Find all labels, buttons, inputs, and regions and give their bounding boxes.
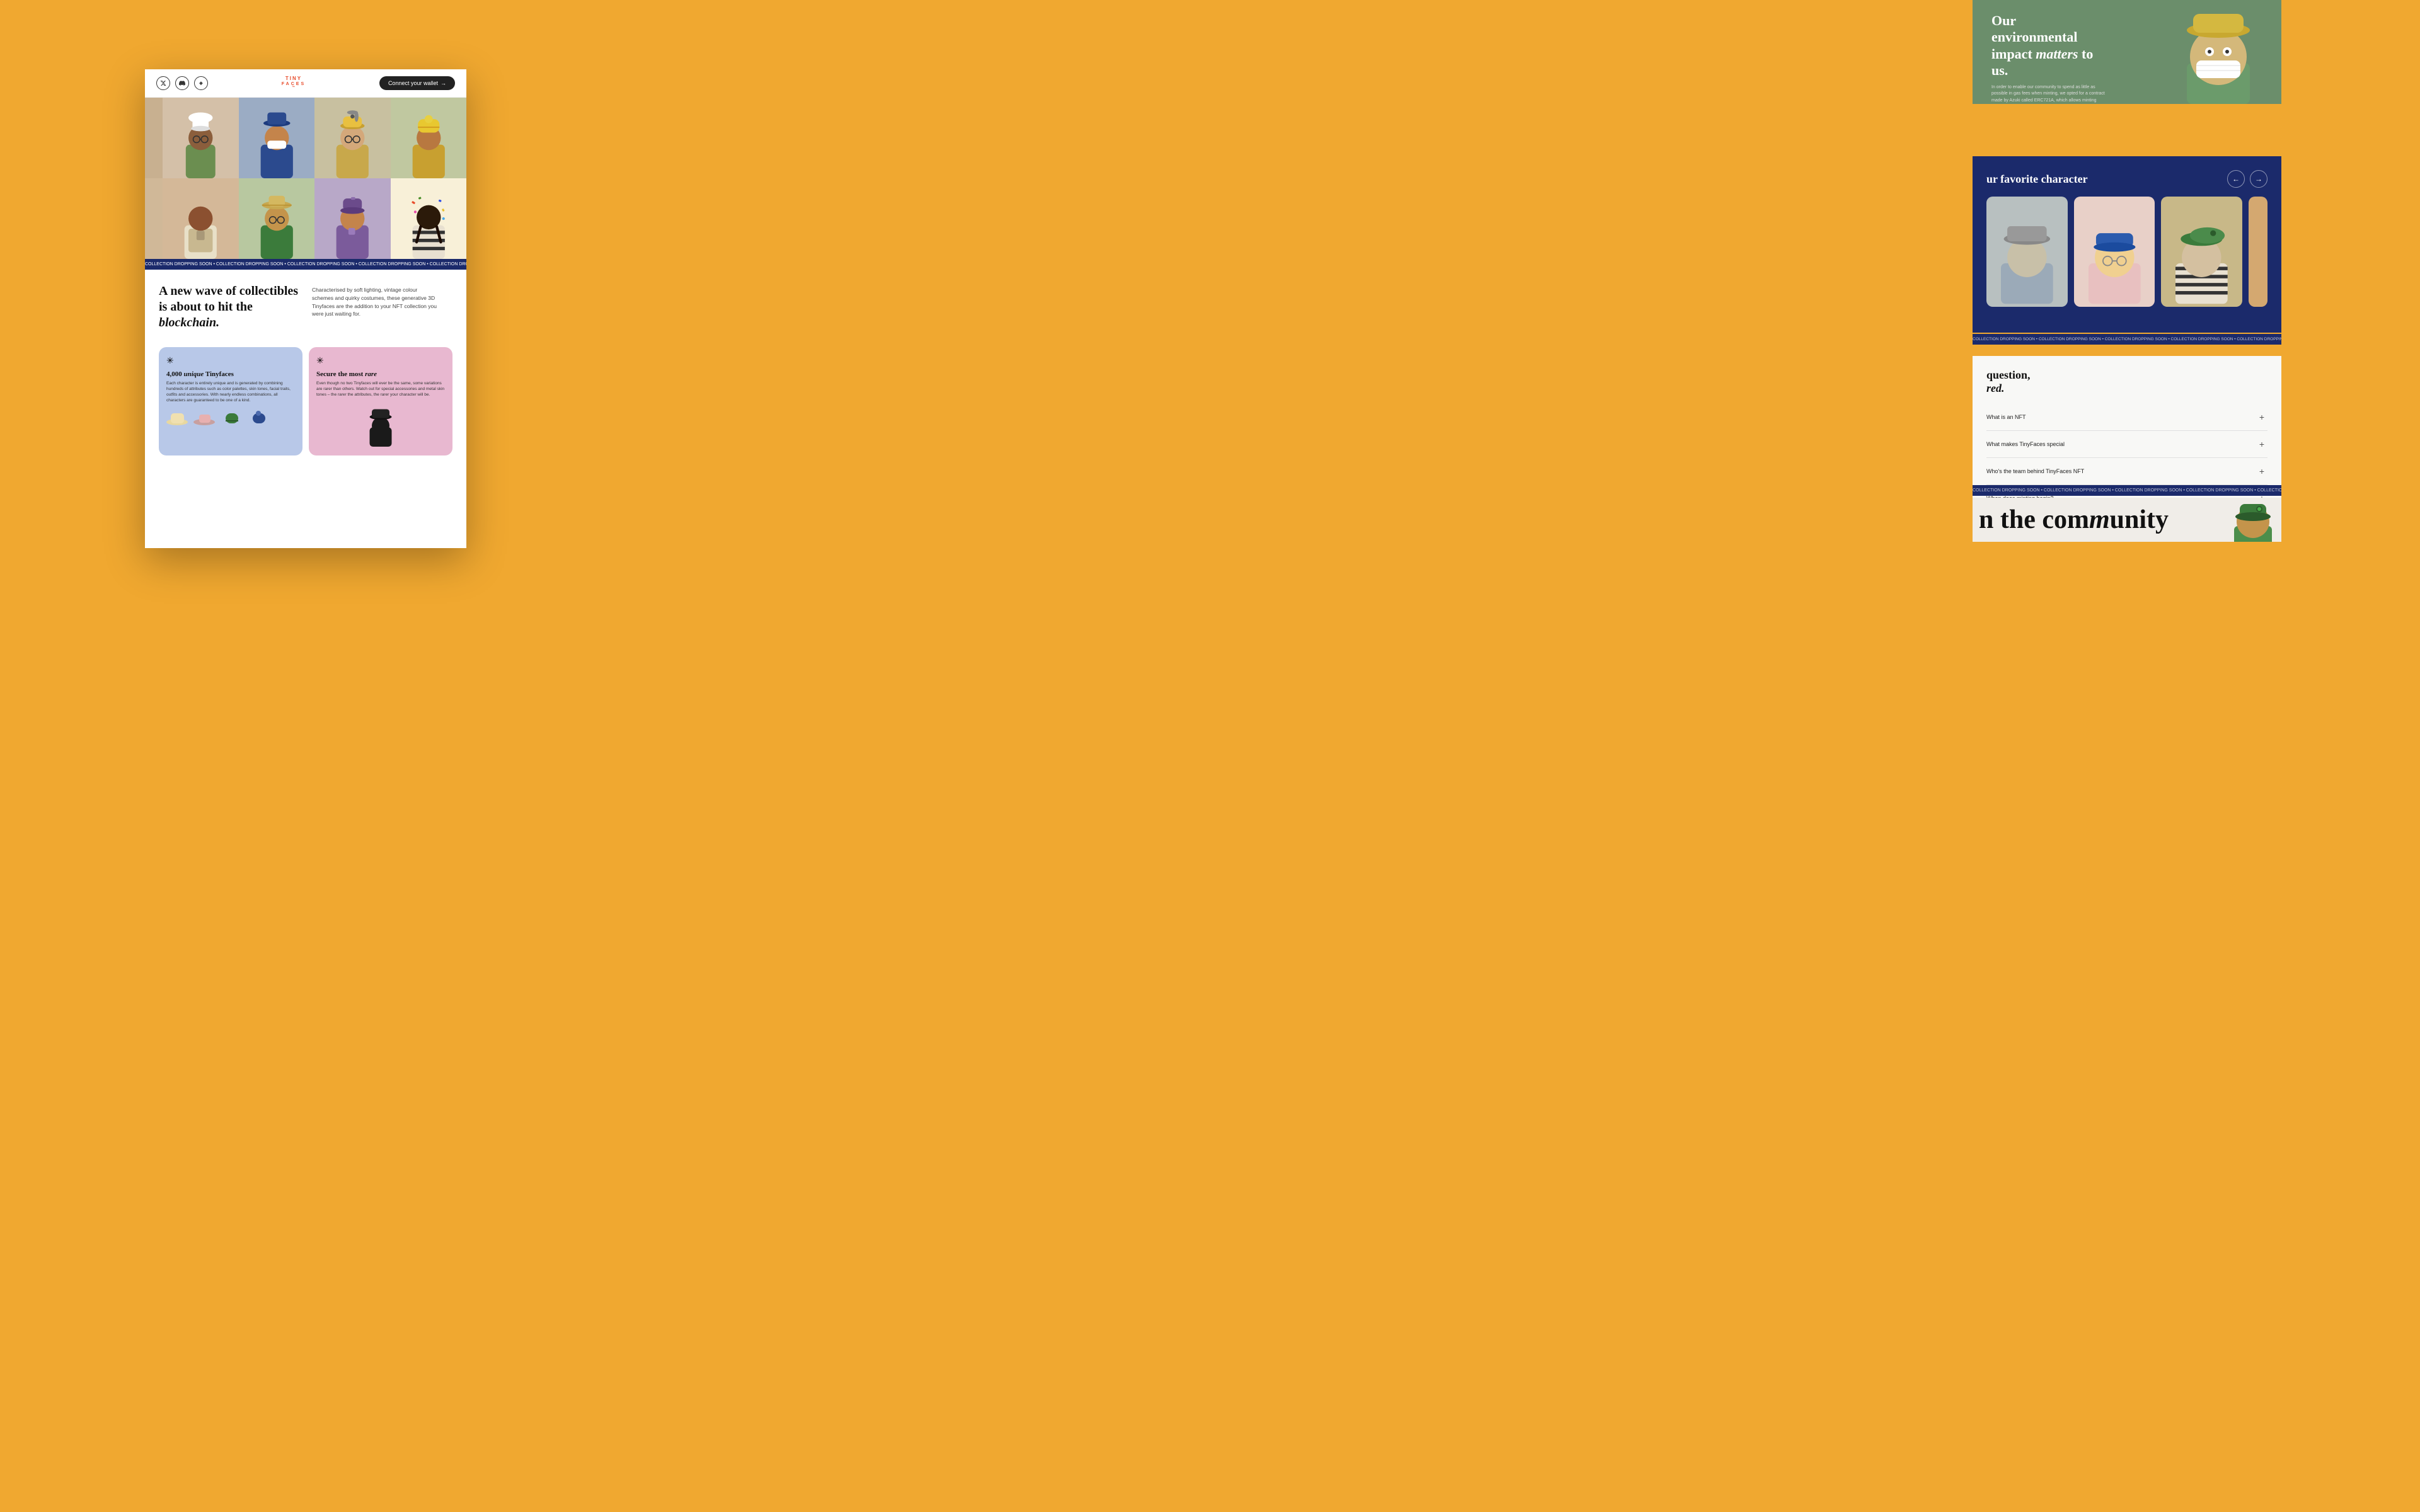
faq-plus-2[interactable]: + — [2256, 438, 2267, 450]
discord-icon[interactable] — [175, 76, 189, 90]
fav-char-2 — [2074, 197, 2155, 307]
feature-icon-rare: ✳ — [316, 356, 445, 367]
feature-card-unique: ✳ 4,000 unique Tinyfaces Each character … — [159, 347, 302, 455]
hero-section: A new wave of collectibles is about to h… — [145, 270, 466, 347]
bottom-right-ticker: COLLECTION DROPPING SOON • COLLECTION DR… — [1973, 485, 2281, 496]
hero-headline: A new wave of collectibles is about to h… — [159, 284, 299, 337]
char-cell-9 — [391, 178, 467, 259]
char-cell-5 — [145, 178, 163, 259]
fav-nav-buttons: ← → — [2227, 170, 2267, 188]
feature-cards-section: ✳ 4,000 unique Tinyfaces Each character … — [145, 347, 466, 466]
env-section: Our environmental impact matters to us. … — [1973, 0, 2281, 104]
char-cell-8 — [314, 178, 391, 259]
char-cell-0 — [145, 98, 163, 178]
fav-ticker: COLLECTION DROPPING SOON • COLLECTION DR… — [1973, 334, 2281, 345]
hero-subtext: Characterised by soft lighting, vintage … — [312, 284, 452, 337]
community-char — [2225, 498, 2281, 542]
connect-wallet-button[interactable]: Connect your wallet — [379, 76, 455, 90]
env-text: Our environmental impact matters to us. … — [1991, 13, 2105, 104]
fav-char-3 — [2161, 197, 2242, 307]
feature-title-rare: Secure the most rare — [316, 370, 445, 378]
fav-char-1 — [1986, 197, 2068, 307]
main-ticker: COLLECTION DROPPING SOON • COLLECTION DR… — [145, 259, 466, 270]
fav-char-4 — [2249, 197, 2267, 307]
feature-desc-unique: Each character is entirely unique and is… — [166, 381, 295, 403]
faq-title: question, red. — [1986, 369, 2267, 395]
char-cell-2 — [239, 98, 315, 178]
fav-section: ur favorite character ← → — [1973, 156, 2281, 333]
opensea-icon[interactable]: ◈ — [194, 76, 208, 90]
char-cell-1 — [163, 98, 239, 178]
fav-characters — [1986, 197, 2267, 307]
feature-card-rare: ✳ Secure the most rare Even though no tw… — [309, 347, 452, 455]
faq-plus-1[interactable]: + — [2256, 411, 2267, 423]
nav-icons: ◈ — [156, 76, 208, 90]
char-grid-row1 — [145, 98, 466, 178]
env-character — [2155, 0, 2281, 104]
community-section: n the community — [1973, 498, 2281, 542]
faq-item-1[interactable]: What is an NFT + — [1986, 404, 2267, 431]
main-card: ◈ TINY FACES ™ Connect your wallet — [145, 69, 466, 548]
logo: TINY FACES ™ — [282, 76, 306, 90]
fav-prev-button[interactable]: ← — [2227, 170, 2245, 188]
fav-next-button[interactable]: → — [2250, 170, 2267, 188]
feature-icon-unique: ✳ — [166, 356, 295, 367]
fav-title: ur favorite character — [1986, 173, 2088, 186]
char-cell-3 — [314, 98, 391, 178]
char-grid-row2 — [145, 178, 466, 259]
char-cell-6 — [163, 178, 239, 259]
faq-item-2[interactable]: What makes TinyFaces special + — [1986, 431, 2267, 458]
feature-title-unique: 4,000 unique Tinyfaces — [166, 370, 295, 378]
faq-plus-3[interactable]: + — [2256, 466, 2267, 477]
feature-desc-rare: Even though no two Tinyfaces will ever b… — [316, 381, 445, 398]
char-cell-4 — [391, 98, 467, 178]
navbar: ◈ TINY FACES ™ Connect your wallet — [145, 69, 466, 98]
char-cell-7 — [239, 178, 315, 259]
faq-item-3[interactable]: Who's the team behind TinyFaces NFT + — [1986, 458, 2267, 485]
community-text: n the community — [1973, 505, 2169, 535]
twitter-icon[interactable] — [156, 76, 170, 90]
